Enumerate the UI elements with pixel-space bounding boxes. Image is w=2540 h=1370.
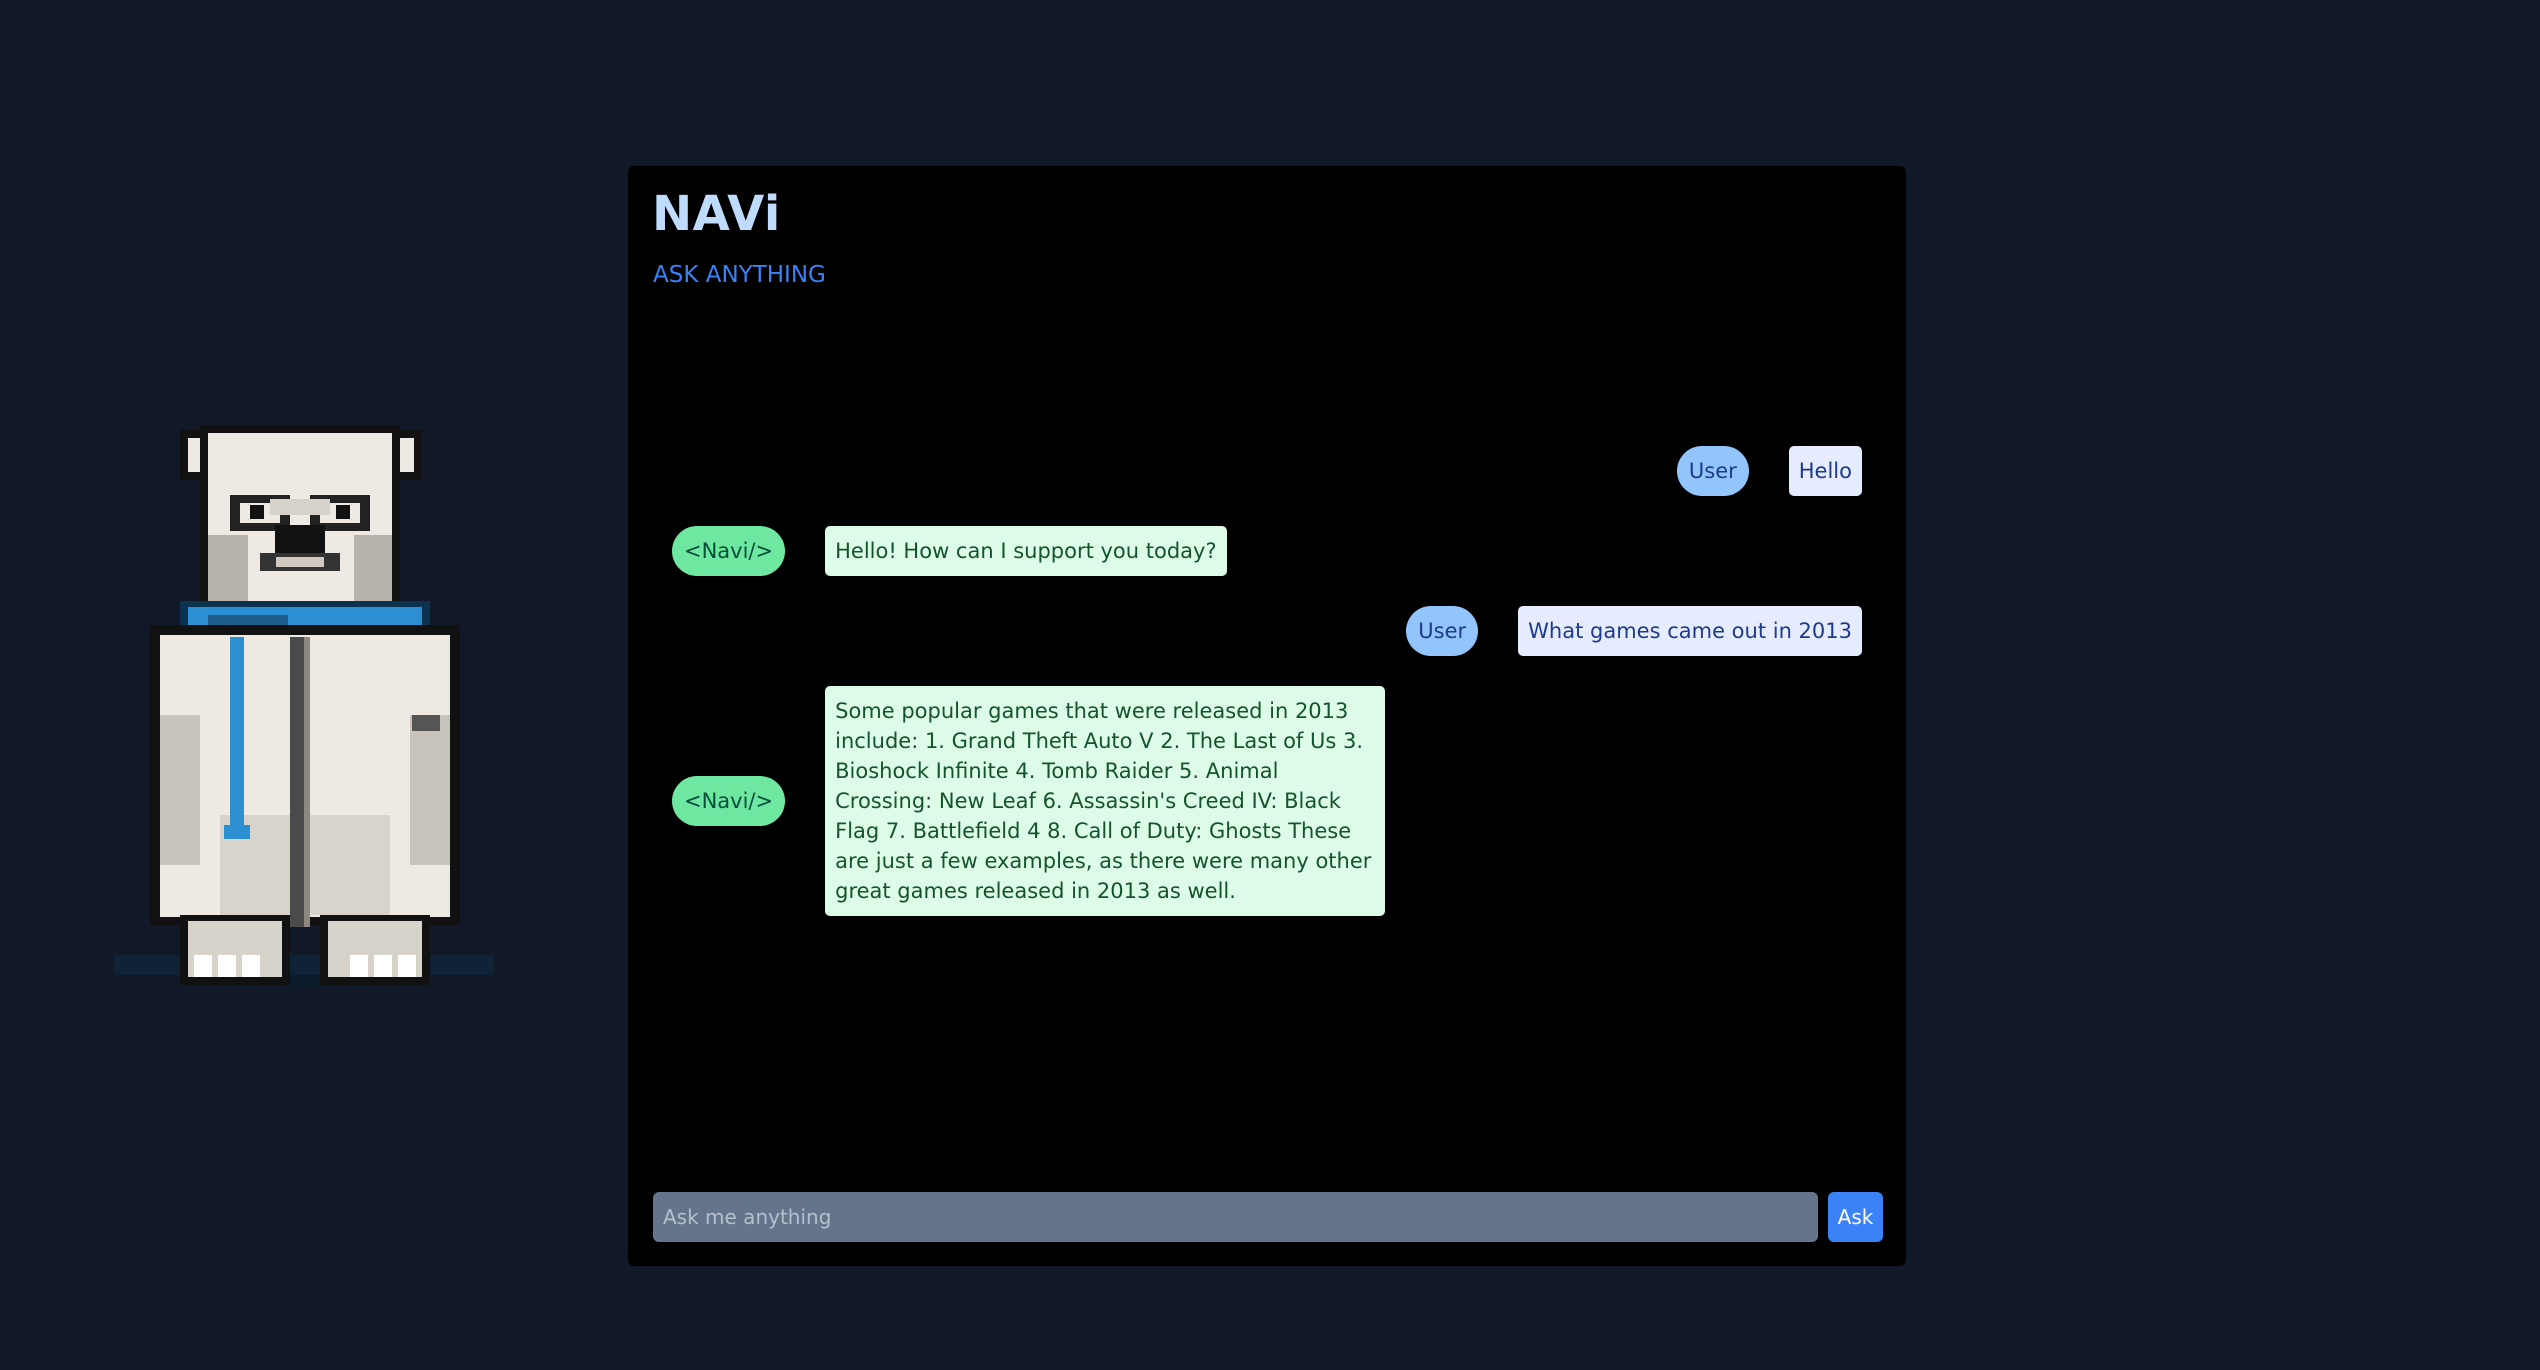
page: NAVi ASK ANYTHING User Hello <Navi/> Hel… <box>0 0 2540 1370</box>
polar-bear-mascot <box>110 415 500 1015</box>
composer: Ask <box>653 1192 1883 1242</box>
user-message: Hello <box>1788 446 1862 496</box>
ask-input[interactable] <box>653 1192 1818 1242</box>
message-row-bot: <Navi/> Hello! How can I support you tod… <box>672 526 1227 576</box>
user-tag: User <box>1406 606 1479 656</box>
polar-bear-icon <box>114 425 494 987</box>
navi-message: Hello! How can I support you today? <box>825 526 1227 576</box>
message-row-user: User Hello <box>1676 446 1862 496</box>
message-row-user: User What games came out in 2013 <box>1406 606 1862 656</box>
ask-button[interactable]: Ask <box>1828 1192 1883 1242</box>
navi-tag: <Navi/> <box>672 526 786 576</box>
user-tag: User <box>1676 446 1749 496</box>
chat-panel: NAVi ASK ANYTHING User Hello <Navi/> Hel… <box>628 166 1906 1266</box>
navi-tag: <Navi/> <box>672 776 786 826</box>
user-message: What games came out in 2013 <box>1518 606 1862 656</box>
message-row-bot: <Navi/> Some popular games that were rel… <box>672 686 1386 916</box>
navi-message: Some popular games that were released in… <box>825 686 1386 916</box>
app-subtitle: ASK ANYTHING <box>653 262 826 288</box>
app-title: NAVi <box>652 186 781 242</box>
